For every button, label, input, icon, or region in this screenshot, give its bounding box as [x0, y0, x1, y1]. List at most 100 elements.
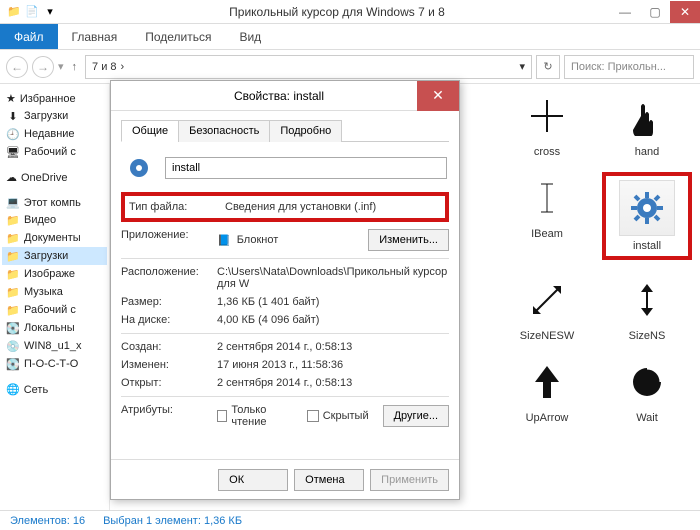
window-title: Прикольный курсор для Windows 7 и 8	[64, 5, 610, 19]
checkbox-hidden[interactable]: Скрытый	[307, 410, 369, 422]
refresh-button[interactable]: ↻	[536, 55, 560, 79]
file-uparrow[interactable]: UpArrow	[502, 356, 592, 424]
maximize-button[interactable]: ▢	[640, 1, 670, 23]
cross-cursor-icon	[527, 96, 567, 136]
ok-button[interactable]: ОК	[218, 469, 288, 491]
folder-icon: 📁	[6, 267, 20, 281]
breadcrumb[interactable]: 7 и 8	[92, 61, 117, 73]
other-attributes-button[interactable]: Другие...	[383, 405, 449, 427]
wait-cursor-icon	[627, 362, 667, 402]
up-button[interactable]: ↑	[68, 61, 82, 73]
sizenesw-cursor-icon	[527, 280, 567, 320]
sidebar-network[interactable]: 🌐Сеть	[2, 381, 107, 398]
drive-icon: 💽	[6, 321, 20, 335]
minimize-button[interactable]: —	[610, 1, 640, 23]
star-icon: ★	[6, 92, 16, 105]
sidebar-item-downloads[interactable]: ⬇Загрузки	[2, 107, 107, 125]
ribbon: Файл Главная Поделиться Вид	[0, 24, 700, 50]
value-modified: 17 июня 2013 г., 11:58:36	[217, 359, 449, 371]
drive-icon: 💽	[6, 357, 20, 371]
qat: 📁 📄 ▾	[0, 4, 64, 20]
chevron-down-icon[interactable]: ▾	[42, 4, 58, 20]
file-hand[interactable]: hand	[602, 90, 692, 158]
file-sizens[interactable]: SizeNS	[602, 274, 692, 342]
file-ibeam[interactable]: IBeam	[502, 172, 592, 260]
value-app: Блокнот	[237, 234, 279, 246]
file-type-icon	[123, 152, 155, 184]
label-created: Создан:	[121, 341, 217, 353]
back-button[interactable]: ←	[6, 56, 28, 78]
checkbox-readonly[interactable]: Только чтение	[217, 404, 293, 428]
tab-home[interactable]: Главная	[58, 24, 132, 49]
tab-view[interactable]: Вид	[225, 24, 275, 49]
search-input[interactable]: Поиск: Прикольн...	[564, 55, 694, 79]
label-attributes: Атрибуты:	[121, 404, 217, 428]
dialog-close-button[interactable]: ✕	[417, 81, 459, 111]
chevron-right-icon: ›	[121, 61, 125, 73]
label-app: Приложение:	[121, 229, 217, 251]
sidebar-item-downloads-pc[interactable]: 📁Загрузки	[2, 247, 107, 265]
addr-drop-icon[interactable]: ▾	[519, 60, 525, 73]
tab-general[interactable]: Общие	[121, 120, 179, 142]
sidebar-item-pictures[interactable]: 📁Изображе	[2, 265, 107, 283]
dialog-title: Свойства: install	[141, 89, 417, 103]
label-disk: На диске:	[121, 314, 217, 326]
address-bar[interactable]: 7 и 8 › ▾	[85, 55, 532, 79]
cancel-button[interactable]: Отмена	[294, 469, 364, 491]
apply-button[interactable]: Применить	[370, 469, 449, 491]
file-install[interactable]: install	[602, 172, 692, 260]
dialog-tabs: Общие Безопасность Подробно	[121, 119, 449, 142]
change-button[interactable]: Изменить...	[368, 229, 449, 251]
tab-security[interactable]: Безопасность	[178, 120, 270, 142]
window-titlebar: 📁 📄 ▾ Прикольный курсор для Windows 7 и …	[0, 0, 700, 24]
download-icon: ⬇	[6, 109, 20, 123]
pc-icon: 💻	[6, 196, 20, 209]
ibeam-cursor-icon	[527, 178, 567, 218]
notepad-icon: 📘	[217, 234, 231, 247]
uparrow-cursor-icon	[527, 362, 567, 402]
sidebar-favorites-header[interactable]: ★Избранное	[2, 90, 107, 107]
sidebar-item-music[interactable]: 📁Музыка	[2, 283, 107, 301]
folder-icon: 📁	[6, 213, 20, 227]
tab-file[interactable]: Файл	[0, 24, 58, 49]
tab-details[interactable]: Подробно	[269, 120, 342, 142]
sidebar-item-video[interactable]: 📁Видео	[2, 211, 107, 229]
sidebar-item-localdisk[interactable]: 💽Локальны	[2, 319, 107, 337]
history-drop-icon[interactable]: ▾	[58, 60, 64, 73]
sidebar-onedrive[interactable]: ☁OneDrive	[2, 169, 107, 186]
sidebar-item-recent[interactable]: 🕘Недавние	[2, 125, 107, 143]
forward-button[interactable]: →	[32, 56, 54, 78]
desktop-icon: 🖥	[6, 145, 20, 159]
recent-icon: 🕘	[6, 127, 20, 141]
filename-input[interactable]	[165, 157, 447, 179]
status-selection: Выбран 1 элемент: 1,36 КБ	[103, 515, 242, 527]
sidebar-item-desktop-pc[interactable]: 📁Рабочий с	[2, 301, 107, 319]
sidebar-item-desktop[interactable]: 🖥Рабочий с	[2, 143, 107, 161]
hand-cursor-icon	[627, 96, 667, 136]
file-cross[interactable]: cross	[502, 90, 592, 158]
network-icon: 🌐	[6, 383, 20, 396]
value-location: C:\Users\Nata\Downloads\Прикольный курсо…	[217, 266, 449, 290]
sidebar-item-posto[interactable]: 💽П-О-С-Т-О	[2, 355, 107, 373]
folder-icon: 📁	[6, 303, 20, 317]
sidebar-item-win8[interactable]: 💿WIN8_u1_x	[2, 337, 107, 355]
navbar: ← → ▾ ↑ 7 и 8 › ▾ ↻ Поиск: Прикольн...	[0, 50, 700, 84]
drive-icon: 💿	[6, 339, 20, 353]
gear-icon	[629, 190, 665, 226]
new-icon[interactable]: 📄	[24, 4, 40, 20]
file-wait[interactable]: Wait	[602, 356, 692, 424]
tab-share[interactable]: Поделиться	[131, 24, 225, 49]
close-button[interactable]: ✕	[670, 1, 700, 23]
sizens-cursor-icon	[627, 280, 667, 320]
label-modified: Изменен:	[121, 359, 217, 371]
value-disk: 4,00 КБ (4 096 байт)	[217, 314, 449, 326]
cloud-icon: ☁	[6, 171, 17, 184]
value-created: 2 сентября 2014 г., 0:58:13	[217, 341, 449, 353]
sidebar: ★Избранное ⬇Загрузки 🕘Недавние 🖥Рабочий …	[0, 84, 110, 510]
value-size: 1,36 КБ (1 401 байт)	[217, 296, 449, 308]
label-filetype: Тип файла:	[129, 201, 225, 213]
file-sizenesw[interactable]: SizeNESW	[502, 274, 592, 342]
sidebar-thispc-header[interactable]: 💻Этот компь	[2, 194, 107, 211]
sidebar-item-documents[interactable]: 📁Документы	[2, 229, 107, 247]
folder-icon: 📁	[6, 285, 20, 299]
